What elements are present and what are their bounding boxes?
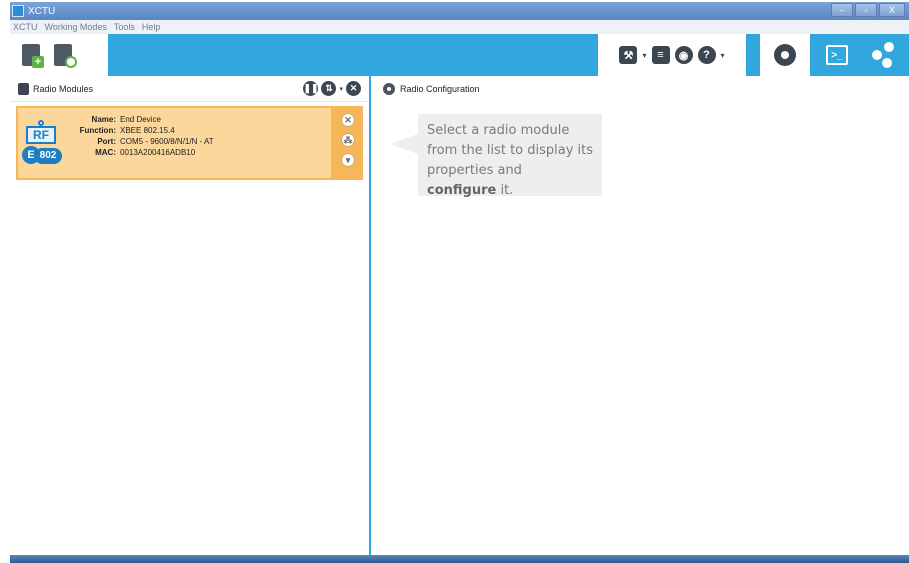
hint-text-end: it. bbox=[496, 183, 514, 198]
port-label: Port: bbox=[97, 137, 116, 146]
app-icon bbox=[12, 5, 24, 17]
window-title: XCTU bbox=[28, 5, 56, 17]
remove-module-icon[interactable]: ✕ bbox=[341, 113, 355, 127]
module-mac-row: MAC: 0013A200416ADB10 bbox=[66, 147, 214, 158]
radio-configuration-header: Radio Configuration bbox=[373, 76, 909, 102]
menu-xctu[interactable]: XCTU bbox=[13, 22, 38, 32]
tab-consoles[interactable]: >_ bbox=[822, 40, 852, 70]
radio-module-icon bbox=[18, 82, 29, 95]
minimize-button[interactable]: – bbox=[831, 3, 853, 17]
pause-icon[interactable]: ❚❚ bbox=[303, 81, 319, 96]
add-module-icon[interactable]: + bbox=[20, 42, 44, 68]
console-icon: >_ bbox=[826, 45, 848, 65]
plus-icon: + bbox=[32, 56, 44, 68]
radio-module-card[interactable]: RF E 802 Name: End Device Function: XBEE… bbox=[16, 106, 363, 180]
help-icon[interactable]: ? bbox=[697, 46, 716, 64]
name-value: End Device bbox=[120, 115, 161, 124]
frames-icon[interactable]: ≡ bbox=[651, 46, 670, 64]
help-dropdown-icon[interactable]: ▾ bbox=[721, 51, 725, 60]
taskbar bbox=[10, 555, 909, 563]
magnifier-icon bbox=[65, 56, 77, 68]
module-details: Name: End Device Function: XBEE 802.15.4… bbox=[66, 114, 214, 158]
radio-modules-title: Radio Modules bbox=[33, 83, 94, 94]
function-value: XBEE 802.15.4 bbox=[120, 126, 175, 135]
logo-protocol-text: 802 bbox=[34, 148, 62, 164]
sort-dropdown-icon[interactable]: ▾ bbox=[339, 85, 343, 93]
network-node-icon bbox=[872, 50, 882, 60]
menu-working-modes[interactable]: Working Modes bbox=[45, 22, 107, 32]
title-bar-background bbox=[55, 2, 829, 20]
maximize-button[interactable]: ▫ bbox=[855, 3, 877, 17]
hint-text: Select a radio module from the list to d… bbox=[427, 123, 594, 178]
remove-all-icon[interactable]: ✕ bbox=[346, 81, 361, 96]
module-name-row: Name: End Device bbox=[66, 114, 214, 125]
tools-group: ⚒ ▾ ≡ ◉ ? ▾ bbox=[598, 34, 746, 76]
mac-label: MAC: bbox=[95, 148, 116, 157]
tools-icon[interactable]: ⚒ bbox=[619, 46, 638, 64]
window-controls: – ▫ X bbox=[829, 3, 905, 19]
function-label: Function: bbox=[79, 126, 116, 135]
module-card-actions: ✕ ⁂ ▾ bbox=[341, 113, 357, 167]
module-actions: + bbox=[10, 34, 108, 76]
tab-configuration[interactable] bbox=[760, 34, 810, 76]
network-node-icon bbox=[882, 58, 892, 68]
sort-icon[interactable]: ⇅ bbox=[321, 81, 337, 96]
xbee-rf-logo-icon: RF E 802 bbox=[22, 120, 62, 168]
hint-configure-word: configure bbox=[427, 183, 497, 198]
network-discover-icon[interactable]: ⁂ bbox=[341, 133, 355, 147]
menu-bar: XCTU Working Modes Tools Help bbox=[10, 20, 909, 34]
hint-pointer bbox=[390, 134, 418, 154]
tab-network[interactable] bbox=[870, 40, 900, 70]
module-card-body[interactable]: RF E 802 Name: End Device Function: XBEE… bbox=[18, 108, 331, 178]
mac-value: 0013A200416ADB10 bbox=[120, 148, 196, 157]
close-button[interactable]: X bbox=[879, 3, 905, 17]
port-value: COM5 - 9600/8/N/1/N - AT bbox=[120, 137, 214, 146]
discovery-icon[interactable]: ◉ bbox=[674, 46, 693, 64]
panel-actions: ❚❚ ⇅ ▾ ✕ bbox=[303, 81, 361, 96]
menu-tools[interactable]: Tools bbox=[114, 22, 135, 32]
radio-configuration-title: Radio Configuration bbox=[400, 84, 480, 94]
radio-modules-panel: Radio Modules ❚❚ ⇅ ▾ ✕ RF E 802 Name: En… bbox=[10, 76, 371, 555]
radio-configuration-panel: Radio Configuration Select a radio modul… bbox=[373, 76, 909, 555]
module-function-row: Function: XBEE 802.15.4 bbox=[66, 125, 214, 136]
menu-help[interactable]: Help bbox=[142, 22, 161, 32]
gear-icon bbox=[774, 44, 796, 66]
network-node-icon bbox=[884, 42, 894, 52]
name-label: Name: bbox=[91, 115, 116, 124]
gear-icon bbox=[383, 83, 395, 95]
main-toolbar: + ⚒ ▾ ≡ ◉ ? ▾ >_ bbox=[10, 34, 909, 76]
window-title-bar: XCTU – ▫ X bbox=[10, 2, 909, 20]
select-module-hint: Select a radio module from the list to d… bbox=[418, 114, 602, 198]
expand-chevron-down-icon[interactable]: ▾ bbox=[341, 153, 355, 167]
tools-dropdown-icon[interactable]: ▾ bbox=[642, 51, 646, 60]
module-port-row: Port: COM5 - 9600/8/N/1/N - AT bbox=[66, 136, 214, 147]
logo-rf-text: RF bbox=[26, 126, 56, 144]
discover-module-icon[interactable] bbox=[52, 42, 77, 68]
